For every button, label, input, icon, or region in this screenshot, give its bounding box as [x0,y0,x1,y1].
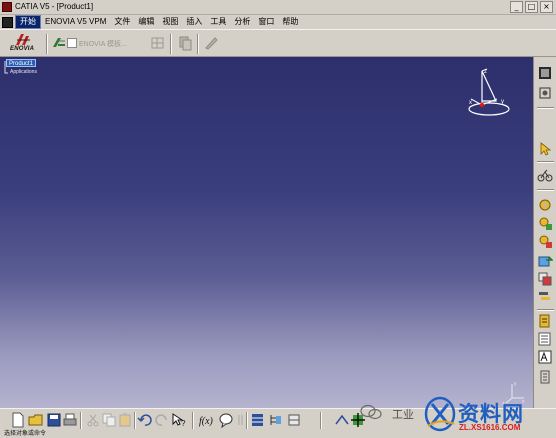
fit-all-icon[interactable] [537,85,553,101]
menu-bar: 开始 ENOVIA V5 VPM 文件 编辑 视图 插入 工具 分析 窗口 帮助 [0,15,556,29]
catia-app-icon[interactable] [2,2,12,12]
grid-tool-icon[interactable] [150,35,166,51]
menu-start[interactable]: 开始 [15,15,41,29]
knowledge-icon[interactable] [218,412,234,428]
svg-text:f(x): f(x) [199,416,214,427]
compass-x-label: x [469,100,472,106]
3d-viewport[interactable]: Product1 Applications z x y y x z [0,57,533,408]
table-icon[interactable] [250,412,266,428]
select-arrow-icon[interactable] [537,141,553,157]
enovia-logo-icon[interactable]: ENOVIA [10,33,42,55]
axis-indicator-y-label: y [514,381,517,387]
text-edit-icon[interactable] [537,349,553,365]
document-menu-icon[interactable] [2,16,13,28]
new-file-icon[interactable] [10,412,26,428]
formula-icon[interactable]: f(x) [198,412,216,428]
menu-analyze[interactable]: 分析 [230,16,254,28]
wechat-icon [360,404,382,420]
compass-y-label: y [501,99,504,105]
bike-icon[interactable] [537,167,553,183]
undo-icon[interactable] [137,412,153,428]
existing-component-icon[interactable] [537,253,553,269]
cut-icon[interactable] [85,412,101,428]
enovia-tool-icon[interactable] [51,35,67,51]
top-toolbar: ENOVIA ENOVIA 模板... [0,29,556,57]
paste-icon[interactable] [117,412,133,428]
toolbar-separator [537,309,554,311]
watermark-small-text: 工业 [392,409,414,421]
component-icon[interactable] [537,215,553,231]
status-message: 选择对象或命令 [4,431,47,437]
toolbar-separator [537,107,554,109]
title-bar: CATIA V5 - [Product1] _ □ × [0,0,556,15]
bill-of-material-icon[interactable] [537,331,553,347]
menu-edit[interactable]: 编辑 [134,16,158,28]
window-controls: _ □ × [510,1,553,13]
measure-icon[interactable] [286,412,302,428]
enovia-template-label: ENOVIA 模板... [79,41,127,48]
scroll-icon[interactable] [537,369,553,385]
toolbar-separator [80,412,82,429]
tree-icon[interactable] [268,412,284,428]
toolbar-separator [320,412,322,429]
copy-tool-icon[interactable] [177,35,193,51]
window-title: CATIA V5 - [Product1] [15,2,94,11]
minimize-button[interactable]: _ [510,1,523,13]
toolbar-separator [537,189,554,191]
menu-view[interactable]: 视图 [158,16,182,28]
open-folder-icon[interactable] [28,412,44,428]
graph-tree-icon[interactable] [537,289,553,305]
help-arrow-icon[interactable]: ? [171,412,187,428]
toolbar-separator [46,34,48,54]
copy-icon[interactable] [101,412,117,428]
watermark: 工业 资料网 ZL.XS1616.COM [360,392,556,438]
toolbar-separator [197,34,199,54]
part-icon[interactable] [537,233,553,249]
film-icon[interactable] [537,65,553,81]
compass-icon[interactable]: z x y [467,65,517,117]
product-icon[interactable] [537,197,553,213]
compass-z-label: z [484,69,487,75]
save-icon[interactable] [46,412,62,428]
toolbar-separator [246,412,248,429]
menu-enovia[interactable]: ENOVIA V5 VPM [41,16,110,28]
checkbox-icon[interactable] [67,38,77,48]
replace-icon[interactable] [537,271,553,287]
menu-tools[interactable]: 工具 [206,16,230,28]
toolbar-separator [134,412,136,429]
watermark-url: ZL.XS1616.COM [459,423,521,432]
toolbar-separator [192,412,194,429]
close-button[interactable]: × [540,1,553,13]
print-icon[interactable] [62,412,78,428]
menu-window[interactable]: 窗口 [254,16,278,28]
tree-node-applications[interactable]: Applications [10,69,37,76]
toolbar-separator [170,34,172,54]
redo-icon[interactable] [154,412,170,428]
menu-insert[interactable]: 插入 [182,16,206,28]
right-toolbar [533,57,556,408]
tree-root-product1[interactable]: Product1 [6,59,37,67]
xs-logo-icon [424,396,456,432]
enovia-mark-icon [16,34,30,45]
pen-tool-icon[interactable] [203,35,219,51]
toolbar-separator [537,161,554,163]
enovia-brand-text: ENOVIA [10,46,35,52]
generate-numbering-icon[interactable] [537,313,553,329]
restore-button[interactable]: □ [525,1,538,13]
fit-icon[interactable] [334,412,350,428]
svg-text:?: ? [181,419,186,428]
menu-help[interactable]: 帮助 [278,16,302,28]
menu-file[interactable]: 文件 [110,16,134,28]
